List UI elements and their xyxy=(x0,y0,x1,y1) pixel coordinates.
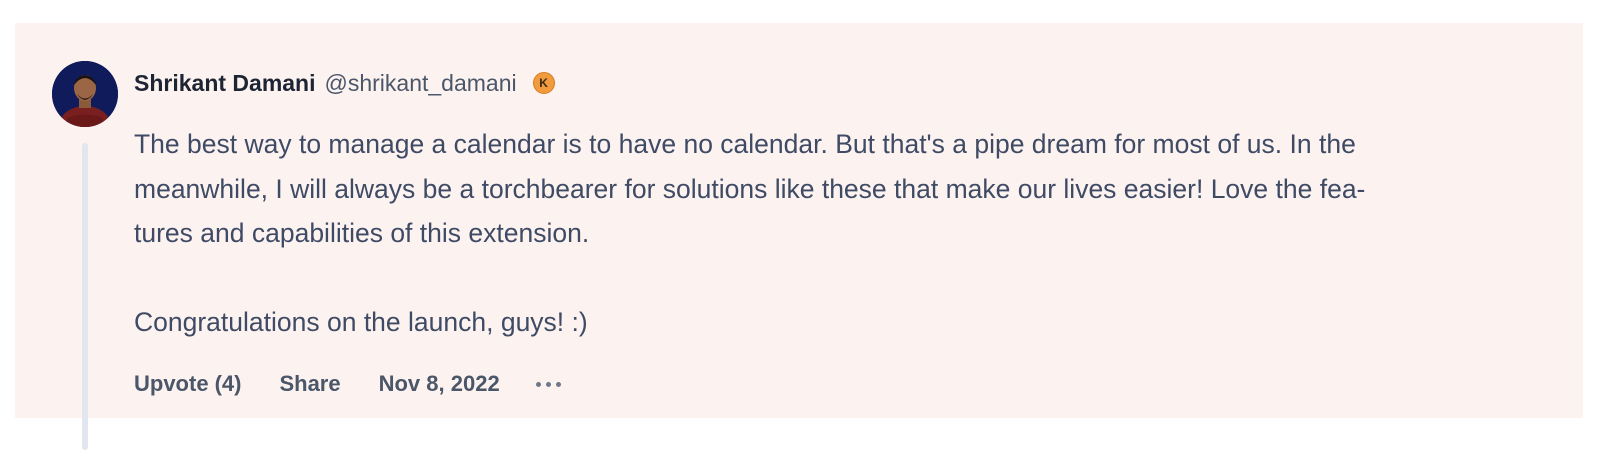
more-dot xyxy=(545,381,551,387)
comment-body: The best way to manage a calendar is to … xyxy=(134,122,1554,345)
more-horizontal-icon[interactable] xyxy=(535,374,561,394)
thread-line xyxy=(82,143,88,450)
upvote-button[interactable]: Upvote (4) xyxy=(134,371,241,397)
comment-line: meanwhile, I will always be a torchbeare… xyxy=(134,173,1366,204)
karma-badge: K xyxy=(532,72,555,94)
comment-actions: Upvote (4) Share Nov 8, 2022 xyxy=(134,369,561,399)
comment-line: The best way to manage a calendar is to … xyxy=(134,129,1356,159)
user-avatar-icon xyxy=(52,61,118,127)
comment-line: tures and capabilities of this extension… xyxy=(134,218,590,248)
more-dot xyxy=(555,381,561,387)
author-handle[interactable]: @shrikant_damani xyxy=(325,70,517,97)
upvote-count: (4) xyxy=(214,371,242,396)
author-name[interactable]: Shrikant Damani xyxy=(134,70,316,97)
more-dot xyxy=(535,381,541,387)
upvote-label: Upvote xyxy=(134,371,209,396)
avatar[interactable] xyxy=(52,61,118,127)
comment-date[interactable]: Nov 8, 2022 xyxy=(379,371,500,397)
paragraph-spacer xyxy=(134,256,1554,301)
share-button[interactable]: Share xyxy=(279,371,340,397)
comment-header: Shrikant Damani @shrikant_damani K xyxy=(134,68,555,98)
comment-paragraph: Congratulations on the launch, guys! :) xyxy=(134,307,588,337)
